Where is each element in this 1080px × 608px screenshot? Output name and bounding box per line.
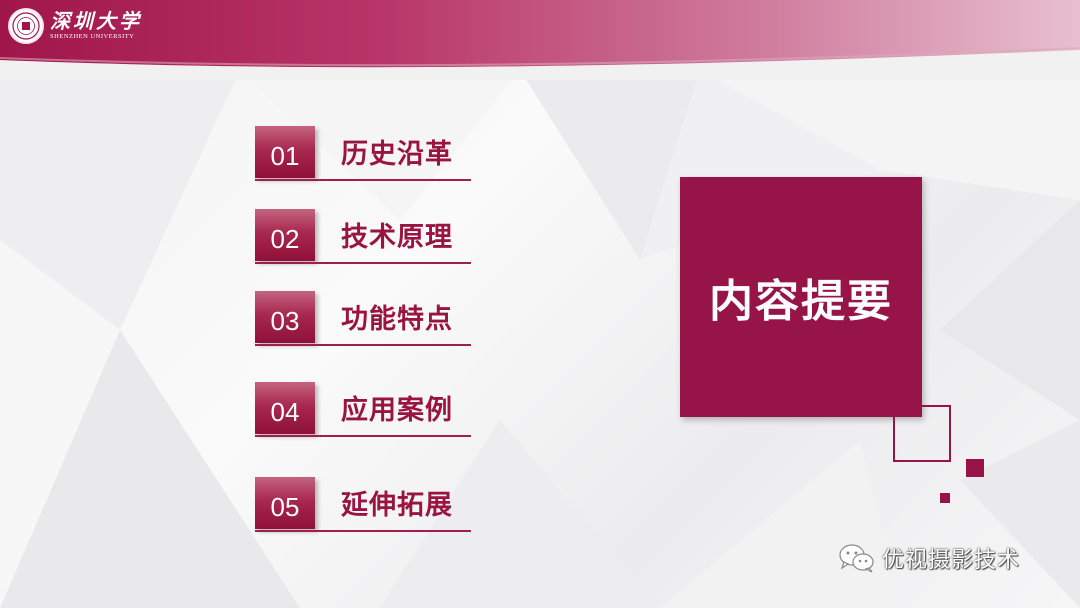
menu-item-label: 历史沿革 [341,139,453,170]
menu-item-label: 技术原理 [341,222,453,253]
title-box: 内容提要 [680,177,922,417]
menu-item-underline [255,179,471,181]
menu-item-number: 01 [255,126,315,178]
menu-item-history[interactable]: 01 历史沿革 [255,126,471,184]
logo-chinese-name: 深圳大学 [50,9,142,33]
header-wave [0,47,1080,80]
university-logo: 深圳大学 SHENZHEN UNIVERSITY [8,6,142,46]
menu-item-underline [255,435,471,437]
menu-item-label: 延伸拓展 [341,490,453,521]
menu-item-number: 05 [255,477,315,529]
wechat-icon [839,544,874,573]
menu-item-cases[interactable]: 04 应用案例 [255,382,471,440]
decorative-outline-square [893,405,951,462]
menu-item-underline [255,344,471,346]
university-seal-icon [8,8,44,44]
menu-item-features[interactable]: 03 功能特点 [255,291,471,349]
watermark-text: 优视摄影技术 [882,548,1021,573]
menu-item-label: 应用案例 [341,395,453,426]
menu-item-underline [255,530,471,532]
slide: 深圳大学 SHENZHEN UNIVERSITY 01 历史沿革 02 技术原理… [0,0,1080,608]
slide-title: 内容提要 [709,276,893,327]
menu-item-number: 02 [255,209,315,261]
logo-english-name: SHENZHEN UNIVERSITY [50,33,135,40]
menu-item-number: 03 [255,291,315,343]
watermark: 优视摄影技术 [838,542,1020,574]
decorative-square [966,459,984,477]
menu-item-label: 功能特点 [341,304,453,335]
menu-item-underline [255,262,471,264]
menu-item-principle[interactable]: 02 技术原理 [255,209,471,267]
decorative-square-small [940,493,950,503]
menu-item-extension[interactable]: 05 延伸拓展 [255,477,471,535]
menu-item-number: 04 [255,382,315,434]
